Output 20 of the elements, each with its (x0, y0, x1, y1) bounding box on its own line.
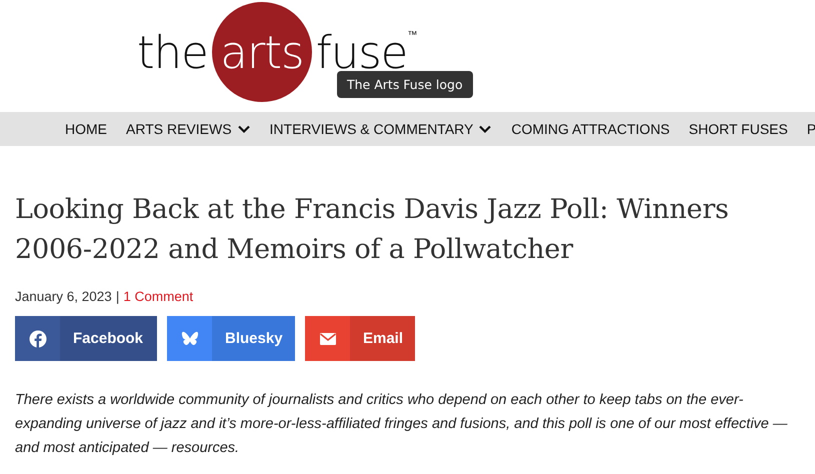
facebook-share-button[interactable]: Facebook (15, 316, 157, 361)
trademark-mark: ™ (407, 30, 418, 41)
nav-link[interactable]: P (806, 121, 815, 137)
comments-link[interactable]: 1 Comment (123, 289, 194, 304)
separator: | (116, 289, 120, 304)
tooltip: The Arts Fuse logo (337, 71, 473, 98)
article-title: Looking Back at the Francis Davis Jazz Poll: Winners 2006-2022 and Memoirs of a Pollwatcher (15, 193, 730, 267)
nav-link[interactable]: COMING ATTRACTIONS (511, 121, 670, 137)
logo-text: the (137, 30, 208, 74)
bluesky-share-button[interactable]: Bluesky (167, 316, 295, 361)
facebook-icon (28, 330, 46, 348)
nav-link[interactable]: HOME (65, 121, 107, 137)
article-intro: There exists a worldwide community of journalists and critics who depend on each other to keep tabs on the ever-expanding universe of jazz and it’s more-or-less-affiliated fringes and fusions, and this poll is one of our most effective — and most anticipated — resources. (15, 391, 788, 458)
logo-text: arts (220, 30, 304, 74)
nav-link[interactable]: SHORT FUSES (688, 121, 788, 137)
email-share-button[interactable]: Email (305, 316, 415, 361)
butterfly-icon (180, 330, 198, 348)
post-date: January 6, 2023 (15, 289, 112, 304)
nav-link[interactable]: ARTS REVIEWS (126, 121, 251, 137)
nav-link[interactable]: INTERVIEWS & COMMENTARY (270, 121, 492, 137)
